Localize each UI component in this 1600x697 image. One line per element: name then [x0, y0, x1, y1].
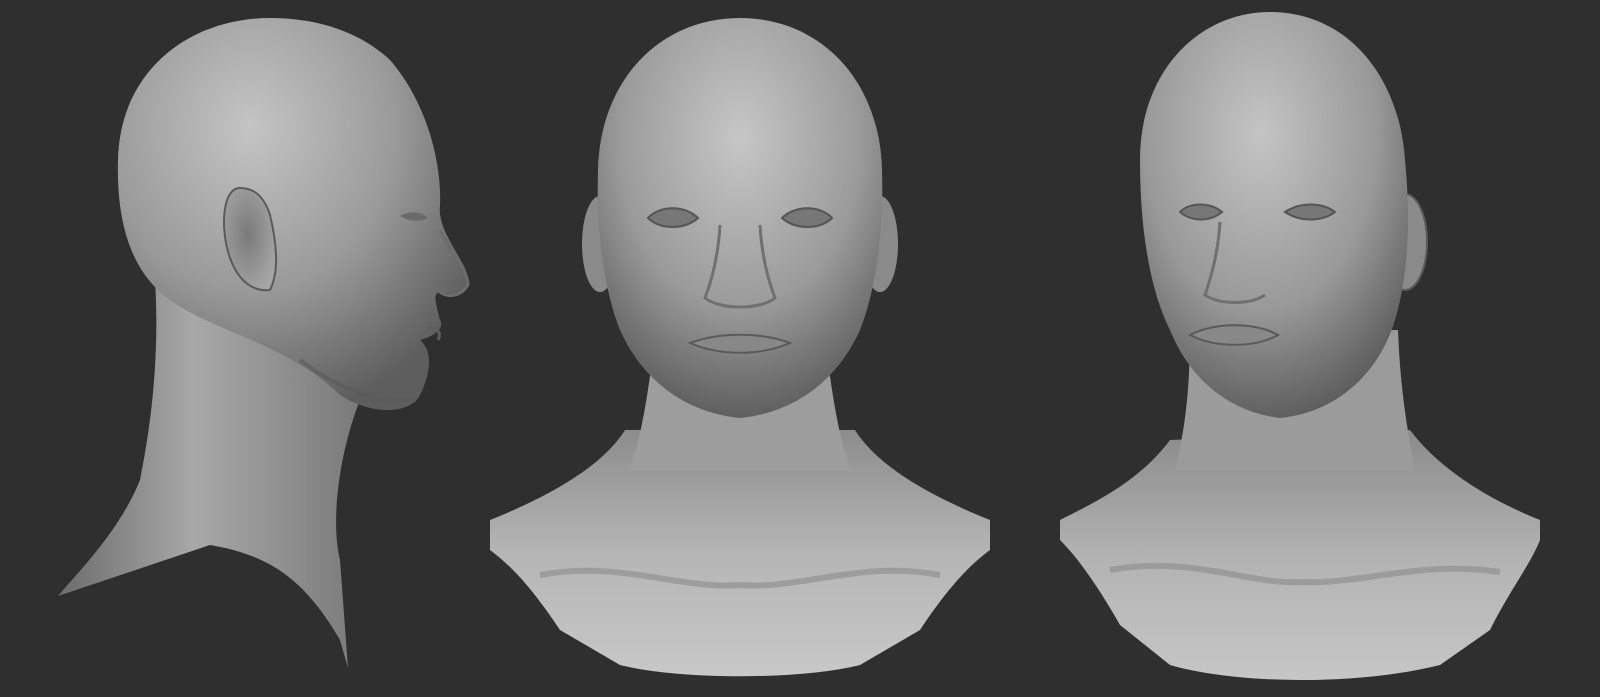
front-view [480, 0, 1000, 697]
head-shape [597, 18, 883, 418]
side-profile-view [40, 0, 510, 697]
head-shape [1140, 12, 1408, 418]
front-head-sculpt [490, 18, 990, 677]
sculpt-viewport[interactable] [0, 0, 1600, 697]
three-quarter-view [1060, 0, 1560, 697]
side-profile-head-sculpt [58, 18, 470, 668]
three-quarter-head-sculpt [1060, 12, 1540, 680]
